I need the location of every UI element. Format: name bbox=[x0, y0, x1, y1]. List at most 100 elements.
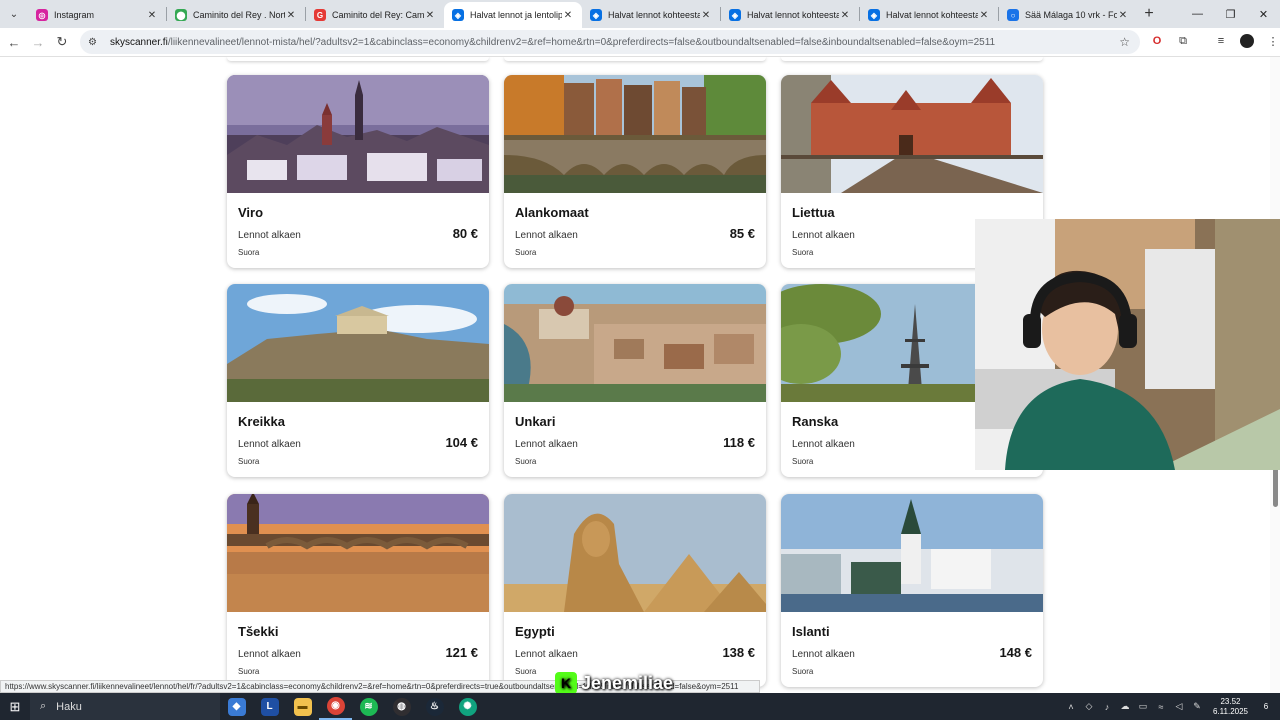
close-icon[interactable]: ✕ bbox=[700, 10, 712, 21]
flights-from-label: Lennot alkaen bbox=[792, 649, 855, 660]
profile-avatar-icon[interactable] bbox=[1238, 32, 1256, 50]
direct-label: Suora bbox=[238, 248, 260, 257]
price: 121 € bbox=[445, 645, 478, 660]
tab-title: Instagram bbox=[54, 10, 95, 20]
menu-kebab-icon[interactable]: ⋮ bbox=[1264, 32, 1280, 50]
steam-app-icon[interactable]: ♨ bbox=[418, 693, 451, 720]
volume-icon[interactable]: ◁ bbox=[1173, 701, 1185, 712]
obs-app-icon[interactable]: ◍ bbox=[385, 693, 418, 720]
file-explorer-icon[interactable]: ▬ bbox=[286, 693, 319, 720]
address-bar[interactable]: ⚙ skyscanner.fi /liikennevalineet/lennot… bbox=[80, 30, 1140, 54]
destination-image bbox=[504, 284, 766, 402]
tab-instagram[interactable]: ◎ Instagram ✕ bbox=[28, 2, 166, 28]
close-icon[interactable]: ✕ bbox=[424, 10, 436, 21]
tab-skyscanner-2[interactable]: ◈ Halvat lennot kohteesta H ✕ bbox=[582, 2, 720, 28]
close-window-icon[interactable]: ✕ bbox=[1247, 0, 1280, 28]
tab-skyscanner-active[interactable]: ◈ Halvat lennot ja lentolipu ✕ bbox=[444, 2, 582, 28]
spotify-app-icon[interactable]: ≋ bbox=[352, 693, 385, 720]
destination-card-kreikka[interactable]: Kreikka Lennot alkaen 104 € Suora bbox=[227, 284, 489, 477]
pen-icon[interactable]: ✎ bbox=[1191, 701, 1203, 712]
card-body: Islanti Lennot alkaen 148 € Suora bbox=[781, 612, 1043, 687]
streamer-name: Jenemiliae bbox=[581, 672, 674, 693]
flights-from-label: Lennot alkaen bbox=[515, 230, 578, 241]
taskbar-clock[interactable]: 23.52 6.11.2025 bbox=[1213, 697, 1248, 717]
maps-pin-icon: ⬤ bbox=[175, 9, 187, 21]
destination-card-egypti[interactable]: Egypti Lennot alkaen 138 € Suora bbox=[504, 494, 766, 687]
destination-card-alankomaat[interactable]: Alankomaat Lennot alkaen 85 € Suora bbox=[504, 75, 766, 268]
price: 80 € bbox=[452, 226, 478, 241]
tab-caminito-maps[interactable]: ⬤ Caminito del Rey . North ✕ bbox=[167, 2, 305, 28]
destination-card-islanti[interactable]: Islanti Lennot alkaen 148 € Suora bbox=[781, 494, 1043, 687]
tab-weather[interactable]: ○ Sää Málaga 10 vrk - Forec ✕ bbox=[999, 2, 1137, 28]
price: 104 € bbox=[445, 435, 478, 450]
flights-from-label: Lennot alkaen bbox=[792, 439, 855, 450]
direct-label: Suora bbox=[792, 667, 814, 676]
direct-label: Suora bbox=[792, 457, 814, 466]
copilot-app-icon[interactable]: ◆ bbox=[220, 693, 253, 720]
destination-card-unkari[interactable]: Unkari Lennot alkaen 118 € Suora bbox=[504, 284, 766, 477]
microphone-icon[interactable]: ♪ bbox=[1101, 702, 1113, 712]
destination-card-tsekki[interactable]: Tšekki Lennot alkaen 121 € Suora bbox=[227, 494, 489, 687]
network-icon[interactable]: ◇ bbox=[1083, 701, 1095, 712]
price: 138 € bbox=[722, 645, 755, 660]
back-arrow-icon[interactable]: ← bbox=[2, 35, 26, 50]
close-icon[interactable]: ✕ bbox=[839, 10, 851, 21]
skyscanner-icon: ◈ bbox=[729, 9, 741, 21]
destination-card-viro[interactable]: Viro Lennot alkaen 80 € Suora bbox=[227, 75, 489, 268]
toolbar-actions: O ⧉ ≡ ⋮ bbox=[1148, 32, 1280, 50]
browser-toolbar: ← → ↻ ⚙ skyscanner.fi /liikennevalineet/… bbox=[0, 28, 1280, 57]
window-controls: — ❐ ✕ bbox=[1181, 0, 1280, 28]
tab-strip: ⌄ ◎ Instagram ✕ ⬤ Caminito del Rey . Nor… bbox=[0, 0, 1280, 28]
destination-name: Viro bbox=[238, 205, 264, 220]
minimize-icon[interactable]: — bbox=[1181, 0, 1214, 28]
notification-bell-icon[interactable]: 6 bbox=[1258, 699, 1274, 715]
card-edge bbox=[227, 57, 489, 61]
streamer-watermark: K Jenemiliae bbox=[555, 672, 673, 694]
direct-label: Suora bbox=[515, 457, 537, 466]
windows-start-icon[interactable]: ⊞ bbox=[0, 693, 30, 720]
new-tab-icon[interactable]: + bbox=[1137, 5, 1161, 23]
clock-time: 23.52 bbox=[1220, 696, 1241, 706]
destination-image bbox=[504, 494, 766, 612]
card-body: Viro Lennot alkaen 80 € Suora bbox=[227, 193, 489, 268]
lync-app-icon[interactable]: L bbox=[253, 693, 286, 720]
close-icon[interactable]: ✕ bbox=[562, 10, 574, 21]
display-icon[interactable]: ▭ bbox=[1137, 701, 1149, 712]
forward-arrow-icon[interactable]: → bbox=[26, 35, 50, 50]
tab-caminito-site[interactable]: G Caminito del Rey: Caminit ✕ bbox=[306, 2, 444, 28]
card-body: Kreikka Lennot alkaen 104 € Suora bbox=[227, 402, 489, 477]
media-control-icon[interactable]: ≡ bbox=[1212, 32, 1230, 50]
flights-from-label: Lennot alkaen bbox=[792, 230, 855, 241]
restore-icon[interactable]: ❐ bbox=[1214, 0, 1247, 28]
close-icon[interactable]: ✕ bbox=[978, 10, 990, 21]
taskbar-search[interactable]: ⌕ Haku bbox=[30, 693, 220, 720]
skyscanner-icon: ◈ bbox=[452, 9, 464, 21]
close-icon[interactable]: ✕ bbox=[285, 10, 297, 21]
direct-label: Suora bbox=[515, 667, 537, 676]
tab-skyscanner-3[interactable]: ◈ Halvat lennot kohteesta H ✕ bbox=[721, 2, 859, 28]
destination-name: Egypti bbox=[515, 624, 555, 639]
site-info-icon[interactable]: ⚙ bbox=[88, 37, 102, 48]
wifi-icon[interactable]: ≈ bbox=[1155, 702, 1167, 712]
url-host: skyscanner.fi bbox=[110, 36, 168, 48]
site-g-icon: G bbox=[314, 9, 326, 21]
tray-chevron-up-icon[interactable]: ˄ bbox=[1065, 702, 1077, 712]
tab-skyscanner-4[interactable]: ◈ Halvat lennot kohteesta H ✕ bbox=[860, 2, 998, 28]
cloud-icon[interactable]: ☁ bbox=[1119, 701, 1131, 712]
skyscanner-icon: ◈ bbox=[590, 9, 602, 21]
chatgpt-app-icon[interactable]: ✺ bbox=[451, 693, 484, 720]
close-icon[interactable]: ✕ bbox=[1117, 10, 1129, 21]
flights-from-label: Lennot alkaen bbox=[238, 230, 301, 241]
close-icon[interactable]: ✕ bbox=[146, 10, 158, 21]
tab-title: Caminito del Rey: Caminit bbox=[332, 10, 424, 20]
destination-image bbox=[781, 75, 1043, 193]
destination-name: Alankomaat bbox=[515, 205, 589, 220]
direct-label: Suora bbox=[238, 667, 260, 676]
reload-icon[interactable]: ↻ bbox=[50, 34, 74, 50]
extensions-puzzle-icon[interactable]: ⧉ bbox=[1174, 32, 1192, 50]
bookmark-star-icon[interactable]: ☆ bbox=[1119, 35, 1130, 49]
scrollbar-thumb[interactable] bbox=[1273, 467, 1278, 507]
chrome-app-icon[interactable]: ◉ bbox=[319, 693, 352, 720]
opera-extension-icon[interactable]: O bbox=[1148, 32, 1166, 50]
tab-search-chevron-icon[interactable]: ⌄ bbox=[0, 0, 28, 28]
